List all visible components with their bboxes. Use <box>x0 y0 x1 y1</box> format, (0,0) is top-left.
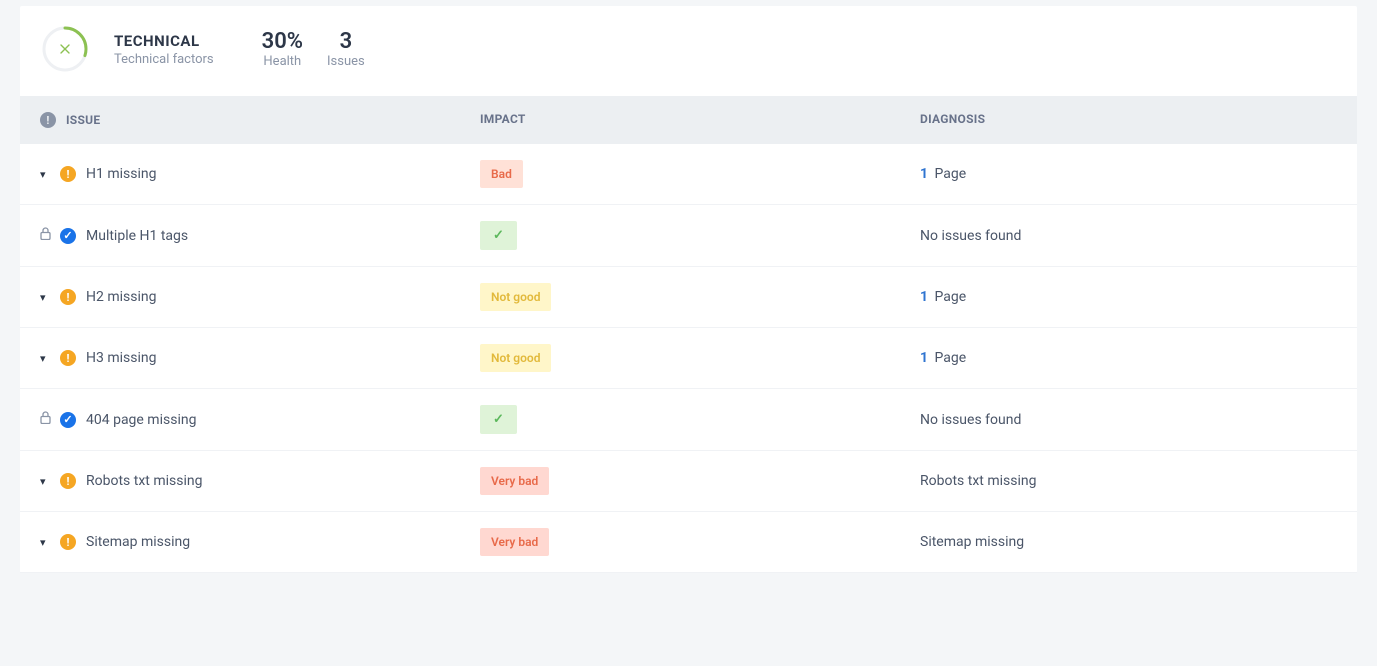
issue-name: H3 missing <box>86 350 156 366</box>
table-row[interactable]: ▾! Sitemap missing Very bad Sitemap missin… <box>20 512 1357 573</box>
col-diagnosis-label: DIAGNOSIS <box>920 112 1337 128</box>
card-title: TECHNICAL <box>114 32 214 50</box>
impact-badge: Very bad <box>480 467 549 495</box>
check-icon: ✓ <box>493 412 504 427</box>
impact-badge: Not good <box>480 344 551 372</box>
table-row[interactable]: ▾! H2 missing Not good 1 Page <box>20 267 1357 328</box>
chevron-down-icon[interactable]: ▾ <box>40 168 50 181</box>
warning-icon: ! <box>60 350 76 366</box>
diagnosis-text: Sitemap missing <box>920 534 1024 550</box>
table-row[interactable]: ▾! H3 missing Not good 1 Page <box>20 328 1357 389</box>
card-header: TECHNICAL Technical factors 30% Health 3… <box>20 6 1357 96</box>
diagnosis-cell: 1 Page <box>920 350 1337 366</box>
issue-name: H2 missing <box>86 289 156 305</box>
metric-value: 3 <box>327 29 365 54</box>
metric-value: 30% <box>262 29 303 54</box>
warning-icon: ! <box>60 289 76 305</box>
check-icon: ✓ <box>493 228 504 243</box>
warning-icon: ! <box>60 473 76 489</box>
diagnosis-text: No issues found <box>920 412 1021 428</box>
table-row: ✓ 404 page missing ✓ No issues found <box>20 389 1357 451</box>
check-circle-icon: ✓ <box>60 412 76 428</box>
diagnosis-text: Robots txt missing <box>920 473 1036 489</box>
table-row[interactable]: ▾! H1 missing Bad 1 Page <box>20 144 1357 205</box>
chevron-down-icon[interactable]: ▾ <box>40 291 50 304</box>
col-issue-label: ISSUE <box>66 113 100 127</box>
info-icon: ! <box>40 112 56 128</box>
close-icon <box>40 24 90 74</box>
metric-health: 30% Health <box>262 29 303 69</box>
impact-badge: ✓ <box>480 405 517 434</box>
warning-icon: ! <box>60 534 76 550</box>
issue-name: Multiple H1 tags <box>86 228 188 244</box>
metric-label: Health <box>262 54 303 69</box>
table-header: ! ISSUE IMPACT DIAGNOSIS <box>20 96 1357 144</box>
chevron-down-icon[interactable]: ▾ <box>40 352 50 365</box>
metric-issues: 3 Issues <box>327 29 365 69</box>
impact-badge: ✓ <box>480 221 517 250</box>
impact-badge: Very bad <box>480 528 549 556</box>
health-gauge <box>40 24 90 74</box>
technical-card: TECHNICAL Technical factors 30% Health 3… <box>20 6 1357 573</box>
issue-name: Robots txt missing <box>86 473 202 489</box>
chevron-down-icon[interactable]: ▾ <box>40 536 50 549</box>
card-subtitle: Technical factors <box>114 52 214 67</box>
diagnosis-text: Page <box>931 350 966 366</box>
diagnosis-text: No issues found <box>920 228 1021 244</box>
diagnosis-cell: 1 Page <box>920 289 1337 305</box>
table-row[interactable]: ▾! Robots txt missing Very bad Robots txt … <box>20 451 1357 512</box>
diagnosis-text: Page <box>931 289 966 305</box>
impact-badge: Not good <box>480 283 551 311</box>
issue-name: 404 page missing <box>86 412 196 428</box>
diagnosis-count[interactable]: 1 <box>920 289 928 305</box>
diagnosis-cell: No issues found <box>920 412 1337 428</box>
chevron-down-icon[interactable]: ▾ <box>40 475 50 488</box>
check-circle-icon: ✓ <box>60 228 76 244</box>
diagnosis-cell: Robots txt missing <box>920 473 1337 489</box>
diagnosis-cell: Sitemap missing <box>920 534 1337 550</box>
issue-name: Sitemap missing <box>86 534 190 550</box>
diagnosis-cell: 1 Page <box>920 166 1337 182</box>
issue-name: H1 missing <box>86 166 156 182</box>
table-row: ✓ Multiple H1 tags ✓ No issues found <box>20 205 1357 267</box>
diagnosis-text: Page <box>931 166 966 182</box>
lock-icon <box>40 411 50 428</box>
diagnosis-count[interactable]: 1 <box>920 166 928 182</box>
impact-badge: Bad <box>480 160 523 188</box>
metric-label: Issues <box>327 54 365 69</box>
diagnosis-cell: No issues found <box>920 228 1337 244</box>
table-body: ▾!H1 missingBad1 Page✓Multiple H1 tags✓ … <box>20 144 1357 573</box>
col-impact-label: IMPACT <box>480 112 920 128</box>
title-block: TECHNICAL Technical factors <box>114 32 214 67</box>
lock-icon <box>40 227 50 244</box>
diagnosis-count[interactable]: 1 <box>920 350 928 366</box>
warning-icon: ! <box>60 166 76 182</box>
